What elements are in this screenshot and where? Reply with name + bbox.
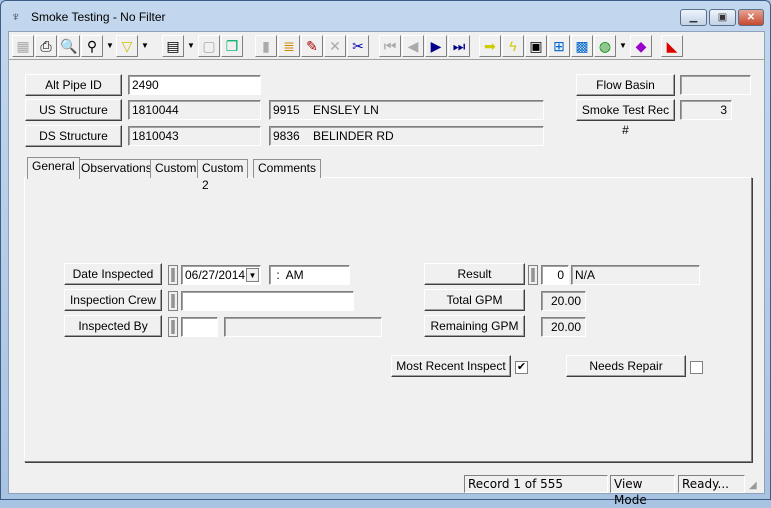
next-record-icon[interactable]: ▶ bbox=[425, 35, 447, 57]
stack-icon[interactable]: ≣ bbox=[278, 35, 300, 57]
tab-observations[interactable]: Observations bbox=[76, 159, 157, 178]
inspected-by-name-field bbox=[224, 317, 382, 337]
report-icon[interactable]: ▤ bbox=[162, 35, 184, 57]
tab-custom-2[interactable]: Custom 2 bbox=[197, 159, 249, 192]
smoke-tester-icon: ♆ bbox=[11, 9, 21, 24]
lock-icon[interactable] bbox=[168, 291, 178, 311]
time-inspected-field[interactable]: : AM bbox=[269, 265, 350, 285]
status-record: Record 1 of 555 bbox=[464, 475, 608, 493]
flow-basin-button[interactable]: Flow Basin bbox=[576, 74, 675, 96]
cut-icon[interactable]: ✂ bbox=[347, 35, 369, 57]
most-recent-inspect-button[interactable]: Most Recent Inspect bbox=[391, 355, 511, 377]
globe-icon[interactable]: ◍ bbox=[594, 35, 616, 57]
map-window-icon[interactable]: ▩ bbox=[571, 35, 593, 57]
layout-icon[interactable]: ▣ bbox=[525, 35, 547, 57]
ds-structure-address: 9836 BELINDER RD bbox=[269, 126, 544, 146]
status-state: Ready... bbox=[678, 475, 745, 493]
inspected-by-button[interactable]: Inspected By bbox=[64, 315, 162, 337]
needs-repair-button[interactable]: Needs Repair bbox=[566, 355, 686, 377]
result-text-field: N/A bbox=[571, 265, 700, 285]
inspected-by-code-field[interactable] bbox=[181, 317, 218, 337]
resize-grip-icon[interactable]: ◢ bbox=[749, 480, 757, 491]
lock-icon[interactable] bbox=[168, 317, 178, 337]
book-icon[interactable]: ◆ bbox=[630, 35, 652, 57]
status-mode: View Mode bbox=[610, 475, 675, 507]
export-icon[interactable]: ◣ bbox=[661, 35, 683, 57]
close-button[interactable]: ✕ bbox=[738, 9, 764, 26]
flowchart-icon[interactable]: ⊞ bbox=[548, 35, 570, 57]
inspection-crew-button[interactable]: Inspection Crew bbox=[64, 289, 162, 311]
toolbar: ▦ ⎙ 🔍 ⚲ ▼ ▽ ▼ ▤ ▼ ▢ ❐ ▮ ≣ ✎ ✕ ✂ ⏮ ◀ ▶ ⏭ … bbox=[9, 32, 764, 60]
lock-icon[interactable] bbox=[168, 265, 178, 285]
remaining-gpm-field: 20.00 bbox=[541, 317, 586, 337]
alt-pipe-id-field[interactable]: 2490 bbox=[128, 75, 261, 95]
window: ♆ Smoke Testing - No Filter ▁ ▣ ✕ ▦ ⎙ 🔍 … bbox=[0, 0, 771, 507]
alt-pipe-id-button[interactable]: Alt Pipe ID bbox=[25, 74, 122, 96]
most-recent-inspect-checkbox[interactable]: ✔ bbox=[515, 361, 528, 374]
tab-comments[interactable]: Comments bbox=[253, 159, 322, 178]
save-icon[interactable]: ▮ bbox=[255, 35, 277, 57]
lightning-icon[interactable]: ϟ bbox=[502, 35, 524, 57]
first-record-icon[interactable]: ⏮ bbox=[379, 35, 401, 57]
report-dropdown[interactable]: ▼ bbox=[186, 35, 196, 57]
lock-icon[interactable] bbox=[528, 265, 538, 285]
inspection-crew-field[interactable] bbox=[181, 291, 354, 311]
last-record-icon[interactable]: ⏭ bbox=[448, 35, 470, 57]
grid-icon[interactable]: ▦ bbox=[12, 35, 34, 57]
us-structure-address: 9915 ENSLEY LN bbox=[269, 100, 544, 120]
remaining-gpm-button[interactable]: Remaining GPM bbox=[424, 315, 525, 337]
print-preview-icon[interactable]: 🔍 bbox=[58, 35, 80, 57]
prev-record-icon[interactable]: ◀ bbox=[402, 35, 424, 57]
smoke-test-rec-field: 3 bbox=[680, 100, 732, 120]
maximize-button[interactable]: ▣ bbox=[709, 9, 736, 26]
date-inspected-button[interactable]: Date Inspected bbox=[64, 263, 162, 285]
us-structure-field: 1810044 bbox=[128, 100, 261, 120]
date-dropdown-button[interactable]: ▼ bbox=[246, 268, 259, 282]
result-code-field[interactable]: 0 bbox=[541, 265, 569, 285]
ds-structure-button[interactable]: DS Structure bbox=[25, 125, 122, 147]
print-icon[interactable]: ⎙ bbox=[35, 35, 57, 57]
minimize-button[interactable]: ▁ bbox=[680, 9, 707, 26]
tab-general[interactable]: General bbox=[27, 157, 80, 179]
smoke-test-rec-button[interactable]: Smoke Test Rec # bbox=[576, 99, 675, 137]
delete-icon[interactable]: ✕ bbox=[324, 35, 346, 57]
edit-pencil-icon[interactable]: ✎ bbox=[301, 35, 323, 57]
total-gpm-field: 20.00 bbox=[541, 291, 586, 311]
tab-custom[interactable]: Custom bbox=[150, 159, 202, 178]
filter-icon[interactable]: ▽ bbox=[116, 35, 138, 57]
needs-repair-checkbox[interactable] bbox=[690, 361, 703, 374]
properties-icon[interactable]: ▢ bbox=[198, 35, 220, 57]
window-title: Smoke Testing - No Filter bbox=[31, 10, 166, 24]
globe-dropdown[interactable]: ▼ bbox=[618, 35, 628, 57]
us-structure-button[interactable]: US Structure bbox=[25, 99, 122, 121]
find-dropdown[interactable]: ▼ bbox=[105, 35, 115, 57]
filter-dropdown[interactable]: ▼ bbox=[140, 35, 150, 57]
total-gpm-button[interactable]: Total GPM bbox=[424, 289, 525, 311]
result-button[interactable]: Result bbox=[424, 263, 525, 285]
copy-icon[interactable]: ❐ bbox=[221, 35, 243, 57]
find-icon[interactable]: ⚲ bbox=[81, 35, 103, 57]
client-area: ▦ ⎙ 🔍 ⚲ ▼ ▽ ▼ ▤ ▼ ▢ ❐ ▮ ≣ ✎ ✕ ✂ ⏮ ◀ ▶ ⏭ … bbox=[8, 31, 765, 507]
ds-structure-field: 1810043 bbox=[128, 126, 261, 146]
flow-basin-field bbox=[680, 75, 751, 95]
goto-arrow-icon[interactable]: ➡ bbox=[479, 35, 501, 57]
